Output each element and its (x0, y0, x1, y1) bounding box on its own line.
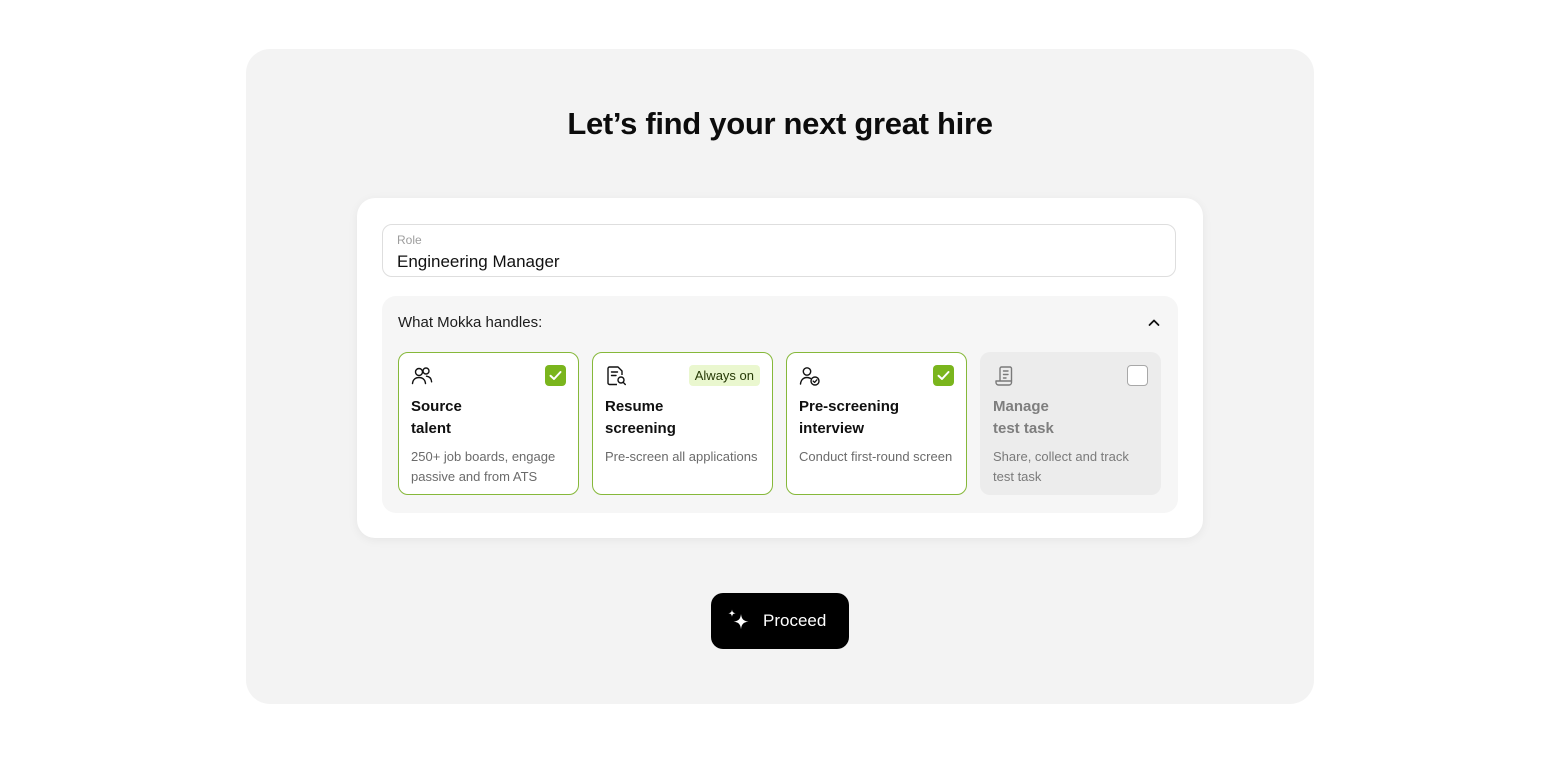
card-title-line: screening (605, 420, 676, 437)
pre-screening-checkbox[interactable] (933, 365, 954, 386)
card-title-line: Pre-screening (799, 398, 900, 415)
users-icon (411, 367, 433, 385)
card-resume-screening[interactable]: Always on Resume screening Pre-screen al… (592, 352, 773, 495)
checkmark-icon (549, 371, 562, 380)
always-on-badge: Always on (688, 365, 760, 386)
test-task-icon (995, 366, 1013, 386)
card-title-line: Source (411, 398, 462, 415)
card-title: Manage test task (993, 396, 1143, 440)
role-input[interactable] (397, 252, 1157, 272)
mokka-handles-section: What Mokka handles: Source talent 250+ j… (382, 296, 1178, 513)
role-field[interactable]: Role (382, 224, 1176, 277)
card-title-line: Manage (993, 398, 1049, 415)
sparkle-icon (728, 609, 749, 630)
user-check-icon (799, 367, 820, 386)
manage-test-task-checkbox[interactable] (1127, 365, 1148, 386)
card-description: 250+ job boards, engage passive and from… (411, 449, 556, 484)
collapse-section-button[interactable] (1144, 313, 1164, 333)
card-title-line: test task (993, 420, 1054, 437)
handles-section-title: What Mokka handles: (398, 314, 543, 331)
card-title: Resume screening (605, 396, 755, 440)
card-title-line: talent (411, 420, 452, 437)
card-title: Pre-screening interview (799, 396, 949, 440)
card-title-line: Resume (605, 398, 664, 415)
proceed-button[interactable]: Proceed (711, 593, 849, 649)
page-title: Let’s find your next great hire (567, 106, 993, 141)
role-field-label: Role (397, 233, 422, 247)
source-talent-checkbox[interactable] (545, 365, 566, 386)
card-manage-test-task[interactable]: Manage test task Share, collect and trac… (980, 352, 1161, 495)
card-title-line: interview (799, 420, 865, 437)
hire-form-panel: Role What Mokka handles: Source (357, 198, 1203, 538)
document-search-icon (607, 366, 626, 386)
card-title: Source talent (411, 396, 561, 440)
card-description: Conduct first-round screen (799, 449, 953, 464)
checkmark-icon (937, 371, 950, 380)
chevron-up-icon (1148, 319, 1160, 326)
card-description: Pre-screen all applications (605, 449, 758, 464)
card-description: Share, collect and track test task (993, 449, 1129, 484)
card-source-talent[interactable]: Source talent 250+ job boards, engage pa… (398, 352, 579, 495)
card-pre-screening-interview[interactable]: Pre-screening interview Conduct first-ro… (786, 352, 967, 495)
proceed-button-label: Proceed (763, 611, 827, 630)
